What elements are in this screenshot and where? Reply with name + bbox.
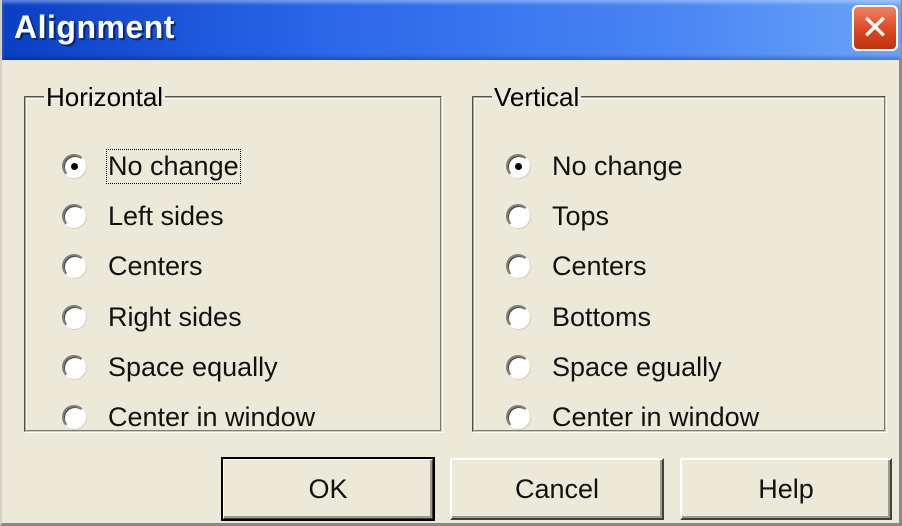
radio-horizontal-right-sides[interactable]: Right sides — [62, 295, 242, 339]
radio-button[interactable] — [506, 254, 530, 278]
radio-button[interactable] — [506, 305, 530, 329]
radio-vertical-bottoms[interactable]: Bottoms — [506, 295, 651, 339]
ok-button[interactable]: OK — [221, 457, 435, 521]
radio-horizontal-centers[interactable]: Centers — [62, 244, 203, 288]
title-bar[interactable]: Alignment ✕ — [2, 0, 901, 60]
close-button[interactable]: ✕ — [852, 5, 898, 51]
radio-label: Tops — [552, 200, 610, 231]
horizontal-group: Horizontal No change Left sides Centers … — [24, 84, 442, 432]
radio-button[interactable] — [62, 405, 86, 429]
vertical-legend: Vertical — [494, 82, 580, 112]
alignment-dialog: Alignment ✕ Horizontal No change Left si… — [0, 0, 902, 526]
radio-button[interactable] — [506, 204, 530, 228]
radio-button-checked[interactable] — [506, 154, 530, 178]
radio-button[interactable] — [506, 355, 530, 379]
radio-label: Centers — [108, 250, 203, 281]
close-icon: ✕ — [860, 9, 890, 47]
radio-horizontal-center-in-window[interactable]: Center in window — [62, 395, 315, 439]
radio-label: Left sides — [108, 200, 224, 231]
radio-vertical-centers[interactable]: Centers — [506, 244, 647, 288]
radio-vertical-tops[interactable]: Tops — [506, 194, 609, 238]
radio-label: Centers — [552, 250, 647, 281]
radio-label: Center in window — [552, 401, 760, 432]
radio-button-checked[interactable] — [62, 154, 86, 178]
radio-label: No change — [106, 148, 241, 184]
radio-button[interactable] — [62, 254, 86, 278]
horizontal-legend: Horizontal — [46, 82, 164, 112]
radio-button[interactable] — [62, 355, 86, 379]
radio-label: Space equally — [108, 351, 278, 382]
radio-button[interactable] — [62, 204, 86, 228]
radio-label: No change — [552, 150, 683, 181]
radio-vertical-space-equally[interactable]: Space egually — [506, 345, 722, 389]
radio-label: Space egually — [552, 351, 722, 382]
radio-button[interactable] — [62, 305, 86, 329]
window-title: Alignment — [14, 9, 175, 45]
radio-vertical-center-in-window[interactable]: Center in window — [506, 395, 759, 439]
radio-button[interactable] — [506, 405, 530, 429]
radio-label: Center in window — [108, 401, 316, 432]
radio-horizontal-no-change[interactable]: No change — [62, 144, 241, 188]
radio-horizontal-space-equally[interactable]: Space equally — [62, 345, 278, 389]
radio-label: Bottoms — [552, 301, 652, 332]
radio-label: Right sides — [108, 301, 242, 332]
radio-horizontal-left-sides[interactable]: Left sides — [62, 194, 224, 238]
help-button[interactable]: Help — [680, 458, 892, 520]
radio-vertical-no-change[interactable]: No change — [506, 144, 683, 188]
cancel-button[interactable]: Cancel — [450, 458, 664, 520]
vertical-group: Vertical No change Tops Centers Bottoms … — [472, 84, 886, 432]
